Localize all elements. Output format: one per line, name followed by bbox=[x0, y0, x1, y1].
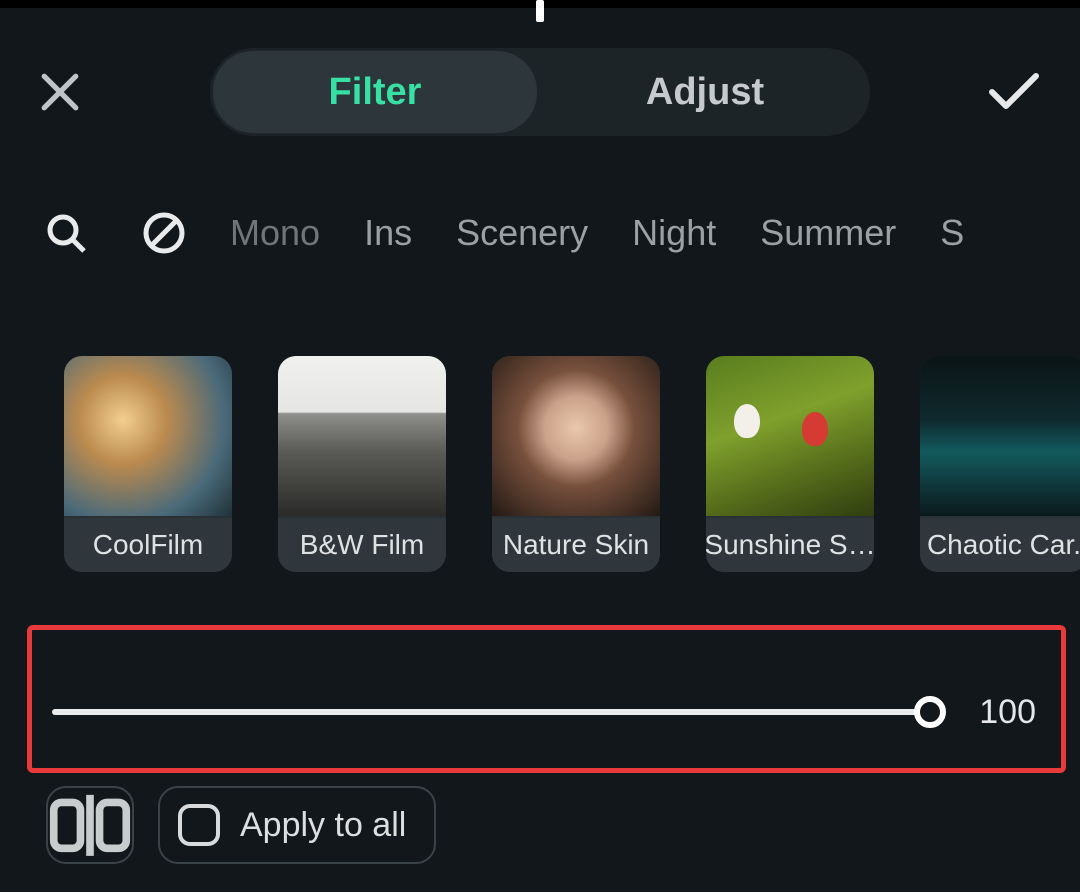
filter-label: Sunshine S… bbox=[706, 518, 874, 572]
intensity-slider-row: 100 bbox=[52, 692, 1036, 732]
filter-label: Nature Skin bbox=[492, 518, 660, 572]
filter-coolfilm[interactable]: CoolFilm bbox=[64, 356, 232, 572]
search-icon bbox=[46, 213, 86, 253]
filter-label: B&W Film bbox=[278, 518, 446, 572]
filter-thumbnail bbox=[920, 356, 1080, 516]
header: Filter Adjust bbox=[0, 48, 1080, 136]
compare-button[interactable] bbox=[46, 786, 134, 864]
apply-to-all-button[interactable]: Apply to all bbox=[158, 786, 436, 864]
no-filter-button[interactable] bbox=[142, 211, 186, 255]
check-icon bbox=[988, 72, 1040, 112]
filter-thumbnail bbox=[492, 356, 660, 516]
compare-icon bbox=[48, 791, 132, 860]
filter-natureskin[interactable]: Nature Skin bbox=[492, 356, 660, 572]
filter-sunshine[interactable]: Sunshine S… bbox=[706, 356, 874, 572]
bottom-actions: Apply to all bbox=[46, 786, 436, 864]
filter-list[interactable]: CoolFilm B&W Film Nature Skin Sunshine S… bbox=[0, 356, 1080, 576]
filter-label: CoolFilm bbox=[64, 518, 232, 572]
intensity-slider[interactable] bbox=[52, 709, 930, 715]
slider-thumb[interactable] bbox=[914, 696, 946, 728]
close-icon bbox=[39, 71, 81, 113]
category-ins[interactable]: Ins bbox=[364, 212, 412, 254]
confirm-button[interactable] bbox=[984, 62, 1044, 122]
filter-chaotic[interactable]: Chaotic Car. bbox=[920, 356, 1080, 572]
filter-categories: Mono Ins Scenery Night Summer S bbox=[0, 203, 1080, 263]
slider-value: 100 bbox=[966, 693, 1036, 732]
filter-bwfilm[interactable]: B&W Film bbox=[278, 356, 446, 572]
editor-panel: Filter Adjust Mono Ins Scenery Night Sum… bbox=[0, 8, 1080, 892]
search-button[interactable] bbox=[46, 213, 86, 253]
category-more[interactable]: S bbox=[940, 212, 964, 254]
category-summer[interactable]: Summer bbox=[760, 212, 896, 254]
apply-to-all-checkbox[interactable] bbox=[178, 804, 220, 846]
filter-thumbnail bbox=[278, 356, 446, 516]
tab-filter[interactable]: Filter bbox=[213, 51, 537, 133]
top-indicator bbox=[536, 0, 544, 22]
apply-to-all-label: Apply to all bbox=[240, 806, 406, 845]
mode-segmented-control: Filter Adjust bbox=[210, 48, 870, 136]
close-button[interactable] bbox=[30, 62, 90, 122]
filter-thumbnail bbox=[706, 356, 874, 516]
category-scenery[interactable]: Scenery bbox=[456, 212, 588, 254]
filter-label: Chaotic Car. bbox=[920, 518, 1080, 572]
category-night[interactable]: Night bbox=[632, 212, 716, 254]
tab-adjust[interactable]: Adjust bbox=[543, 51, 867, 133]
category-mono[interactable]: Mono bbox=[230, 212, 320, 254]
filter-thumbnail bbox=[64, 356, 232, 516]
ban-icon bbox=[142, 211, 186, 255]
